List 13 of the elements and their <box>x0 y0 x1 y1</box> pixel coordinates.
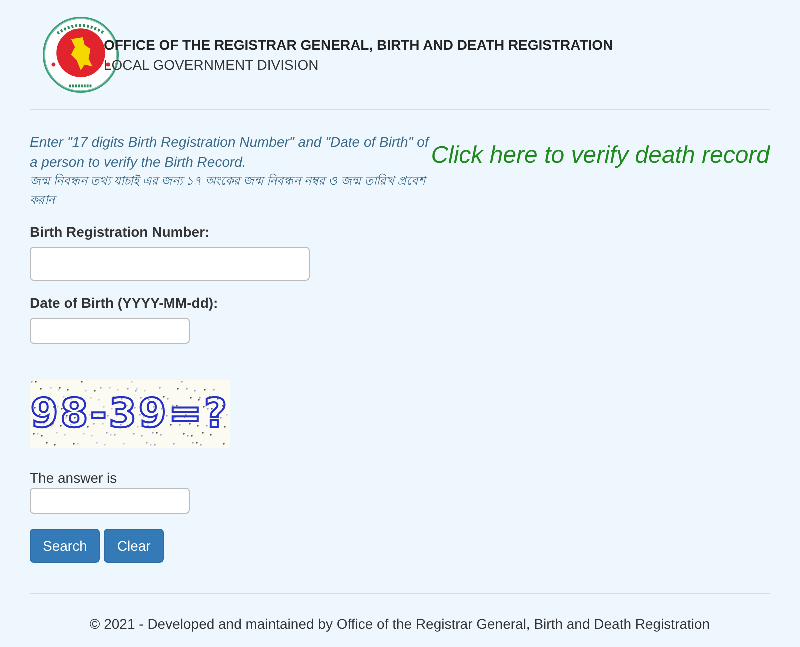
clear-button[interactable]: Clear <box>104 529 164 563</box>
field-label: Birth Registration Number: <box>30 224 210 240</box>
input-field[interactable] <box>30 318 190 344</box>
death-record-link[interactable]: Click here to verify death record <box>431 142 770 170</box>
search-button[interactable]: Search <box>30 529 100 563</box>
instruction-text-bangla: জন্ম নিবন্ধন তথ্য যাচাই এর জন্য ১৭ অংকের জন্ম নিবন্ধন নম্বর ও জন্ম তারিখ প্রবেশ করান <box>30 172 429 209</box>
footer-text: © 2021 - Developed and maintained by Office of the Registrar General, Birth and Death Registration <box>88 616 712 632</box>
field-label: Date of Birth (YYYY-MM-dd): <box>30 295 218 311</box>
instruction-text: Enter "17 digits Birth Registration Number" and "Date of Birth" of a person to verify the Birth Record. <box>30 133 431 172</box>
answer-field[interactable] <box>30 488 190 514</box>
answer-label: The answer is <box>30 470 118 486</box>
captcha-image: 98-39=? <box>30 380 230 448</box>
input-field[interactable] <box>30 247 310 281</box>
